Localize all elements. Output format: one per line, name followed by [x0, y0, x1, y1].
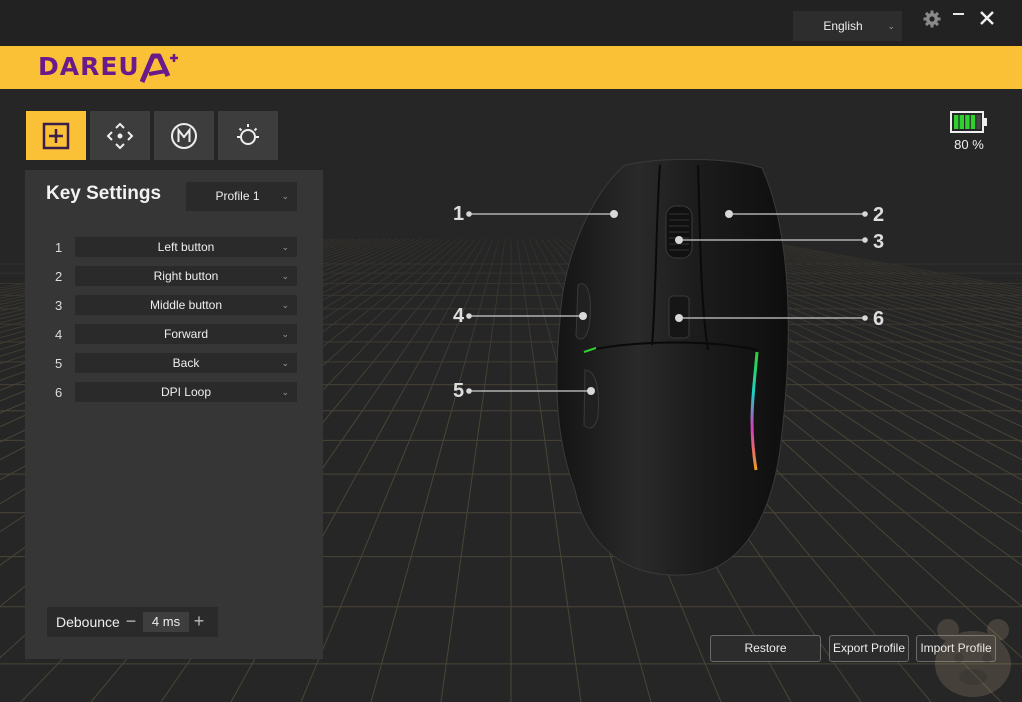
key-row-number: 5: [55, 356, 63, 371]
bear-watermark-icon: [935, 619, 1011, 697]
chevron-down-icon: ⌄: [281, 191, 289, 201]
battery-cell: [970, 115, 976, 129]
restore-button[interactable]: Restore: [710, 635, 821, 662]
settings-icon[interactable]: [921, 8, 943, 30]
chevron-down-icon: ⌄: [281, 387, 289, 397]
debounce-increase-button[interactable]: +: [191, 609, 207, 633]
battery-cell: [976, 115, 981, 129]
profile-value: Profile 1: [215, 189, 260, 203]
key-assignment-value: Back: [172, 356, 200, 370]
key-assignment-select[interactable]: Forward ⌄: [75, 324, 297, 344]
key-row-number: 1: [55, 240, 63, 255]
key-assignment-select[interactable]: Middle button ⌄: [75, 295, 297, 315]
key-assignment-value: DPI Loop: [160, 385, 212, 399]
key-assignment-value: Left button: [157, 240, 215, 254]
key-assignment-value: Right button: [153, 269, 219, 283]
chevron-down-icon: ⌄: [281, 358, 289, 368]
key-settings-panel: Key Settings Profile 1 ⌄ 1 Left button ⌄…: [25, 170, 323, 659]
key-row-number: 4: [55, 327, 63, 342]
export-profile-button[interactable]: Export Profile: [829, 635, 909, 662]
profile-select[interactable]: Profile 1 ⌄: [186, 182, 297, 211]
macro-icon: [171, 123, 197, 149]
chevron-down-icon: ⌄: [281, 300, 289, 310]
dareu-logo: DAREU: [38, 50, 178, 84]
key-assignment-select[interactable]: Left button ⌄: [75, 237, 297, 257]
key-assignment-select[interactable]: DPI Loop ⌄: [75, 382, 297, 402]
logo-text: DAREU: [38, 52, 140, 81]
minimize-icon[interactable]: [948, 8, 970, 30]
chevron-down-icon: ⌄: [281, 242, 289, 252]
battery-cell: [959, 115, 964, 129]
key-row-number: 2: [55, 269, 63, 284]
callout-label: 4: [453, 305, 465, 327]
key-row-number: 6: [55, 385, 63, 400]
callout-label: 2: [873, 204, 885, 226]
battery-icon: [950, 111, 987, 133]
panel-title: Key Settings: [46, 183, 162, 204]
a-plus-logo-icon: [140, 53, 178, 83]
dpi-icon: [106, 122, 134, 150]
callout-label: 6: [873, 308, 885, 330]
key-row-number: 3: [55, 298, 63, 313]
lighting-icon: [237, 124, 259, 145]
key-settings-icon: [42, 122, 70, 150]
battery-cell: [965, 115, 970, 129]
tab-macro[interactable]: [154, 111, 214, 160]
debounce-value: 4 ms: [143, 612, 189, 632]
debounce-label: Debounce: [56, 614, 120, 630]
callout-label: 3: [873, 231, 885, 253]
key-assignment-value: Forward: [163, 327, 208, 341]
tab-key-settings[interactable]: [26, 111, 86, 160]
key-assignment-value: Middle button: [149, 298, 223, 312]
callout-label: 5: [453, 380, 465, 402]
battery-cell: [954, 115, 959, 129]
language-value: English: [823, 19, 863, 33]
key-assignment-select[interactable]: Right button ⌄: [75, 266, 297, 286]
chevron-down-icon: ⌄: [887, 21, 895, 31]
tab-dpi[interactable]: [90, 111, 150, 160]
debounce-decrease-button[interactable]: −: [123, 609, 139, 633]
callout-label: 1: [453, 203, 465, 225]
battery-percent: 80 %: [954, 137, 984, 152]
chevron-down-icon: ⌄: [281, 271, 289, 281]
tab-lighting[interactable]: [218, 111, 278, 160]
key-assignment-select[interactable]: Back ⌄: [75, 353, 297, 373]
close-icon[interactable]: [977, 8, 999, 30]
chevron-down-icon: ⌄: [281, 329, 289, 339]
debounce-control: Debounce − 4 ms +: [47, 607, 218, 637]
language-select[interactable]: English ⌄: [793, 11, 902, 41]
